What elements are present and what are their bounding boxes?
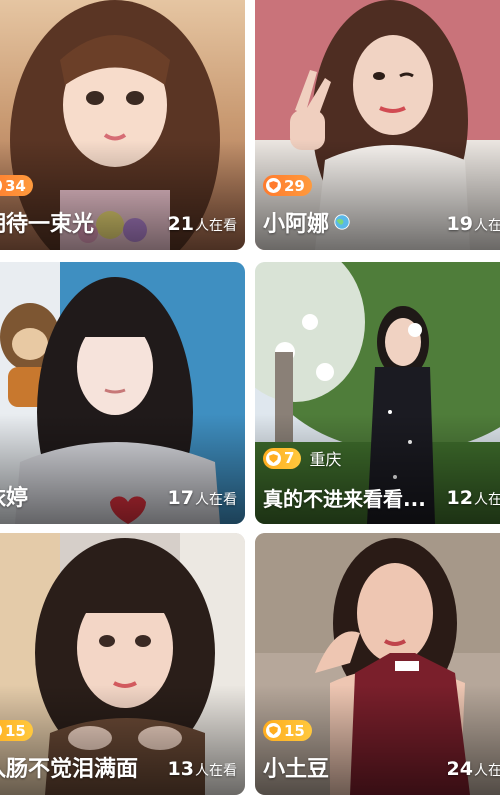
shield-icon (266, 178, 281, 193)
viewer-suffix: 人在看 (195, 763, 237, 779)
viewer-number: 13 (167, 758, 194, 780)
meta-row: 15 (0, 720, 33, 741)
streamer-name-text: 小阿娜 (263, 212, 330, 237)
streamer-name: 真的不进来看看... (263, 487, 426, 511)
viewer-suffix: 人在看 (474, 763, 500, 779)
live-card-4[interactable]: 7 重庆 真的不进来看看... 12 人在看 (255, 262, 500, 524)
level-value: 29 (284, 176, 305, 195)
streamer-name: 小阿娜 (263, 206, 351, 238)
viewer-number: 17 (167, 487, 194, 509)
meta-row: 15 (263, 720, 312, 741)
meta-row: 29 (263, 175, 312, 196)
meta-row: 7 重庆 (263, 446, 341, 470)
level-badge: 15 (263, 720, 312, 741)
viewer-count: 12 人在看 (447, 487, 500, 509)
live-card-3[interactable]: 依婷 17 人在看 (0, 262, 245, 524)
live-card-2[interactable]: 29 小阿娜 19 人在看 (255, 0, 500, 250)
viewer-suffix: 人在看 (195, 218, 237, 234)
live-card-5[interactable]: 15 入肠不觉泪满面 13 人在看 (0, 533, 245, 795)
level-badge: 15 (0, 720, 33, 741)
shield-icon (0, 723, 2, 738)
level-badge: 7 (263, 447, 302, 469)
level-value: 15 (5, 721, 26, 740)
live-card-6[interactable]: 15 小土豆 24 人在看 (255, 533, 500, 795)
streamer-name: 期待一束光 (0, 212, 95, 237)
shield-icon (266, 450, 281, 466)
globe-icon (334, 214, 350, 230)
viewer-number: 12 (446, 487, 473, 509)
streamer-name: 入肠不觉泪满面 (0, 757, 139, 782)
viewer-count: 19 人在看 (447, 213, 500, 235)
shield-icon (266, 723, 281, 738)
live-card-1[interactable]: 34 期待一束光 21 人在看 (0, 0, 245, 250)
level-badge: 29 (263, 175, 312, 196)
shield-icon (0, 178, 2, 193)
level-value: 34 (5, 176, 26, 195)
viewer-number: 19 (446, 213, 473, 235)
streamer-name: 依婷 (0, 486, 29, 511)
viewer-suffix: 人在看 (474, 218, 500, 234)
level-badge: 34 (0, 175, 33, 196)
viewer-suffix: 人在看 (195, 492, 237, 508)
level-value: 15 (284, 721, 305, 740)
viewer-suffix: 人在看 (474, 492, 500, 508)
viewer-count: 24 人在看 (447, 758, 500, 780)
meta-row: 34 (0, 175, 33, 196)
location-label: 重庆 (309, 450, 342, 469)
viewer-count: 21 人在看 (168, 213, 237, 235)
viewer-number: 24 (446, 758, 473, 780)
viewer-count: 13 人在看 (168, 758, 237, 780)
streamer-name: 小土豆 (263, 757, 330, 782)
viewer-number: 21 (167, 213, 194, 235)
viewer-count: 17 人在看 (168, 487, 237, 509)
level-value: 7 (284, 449, 295, 467)
